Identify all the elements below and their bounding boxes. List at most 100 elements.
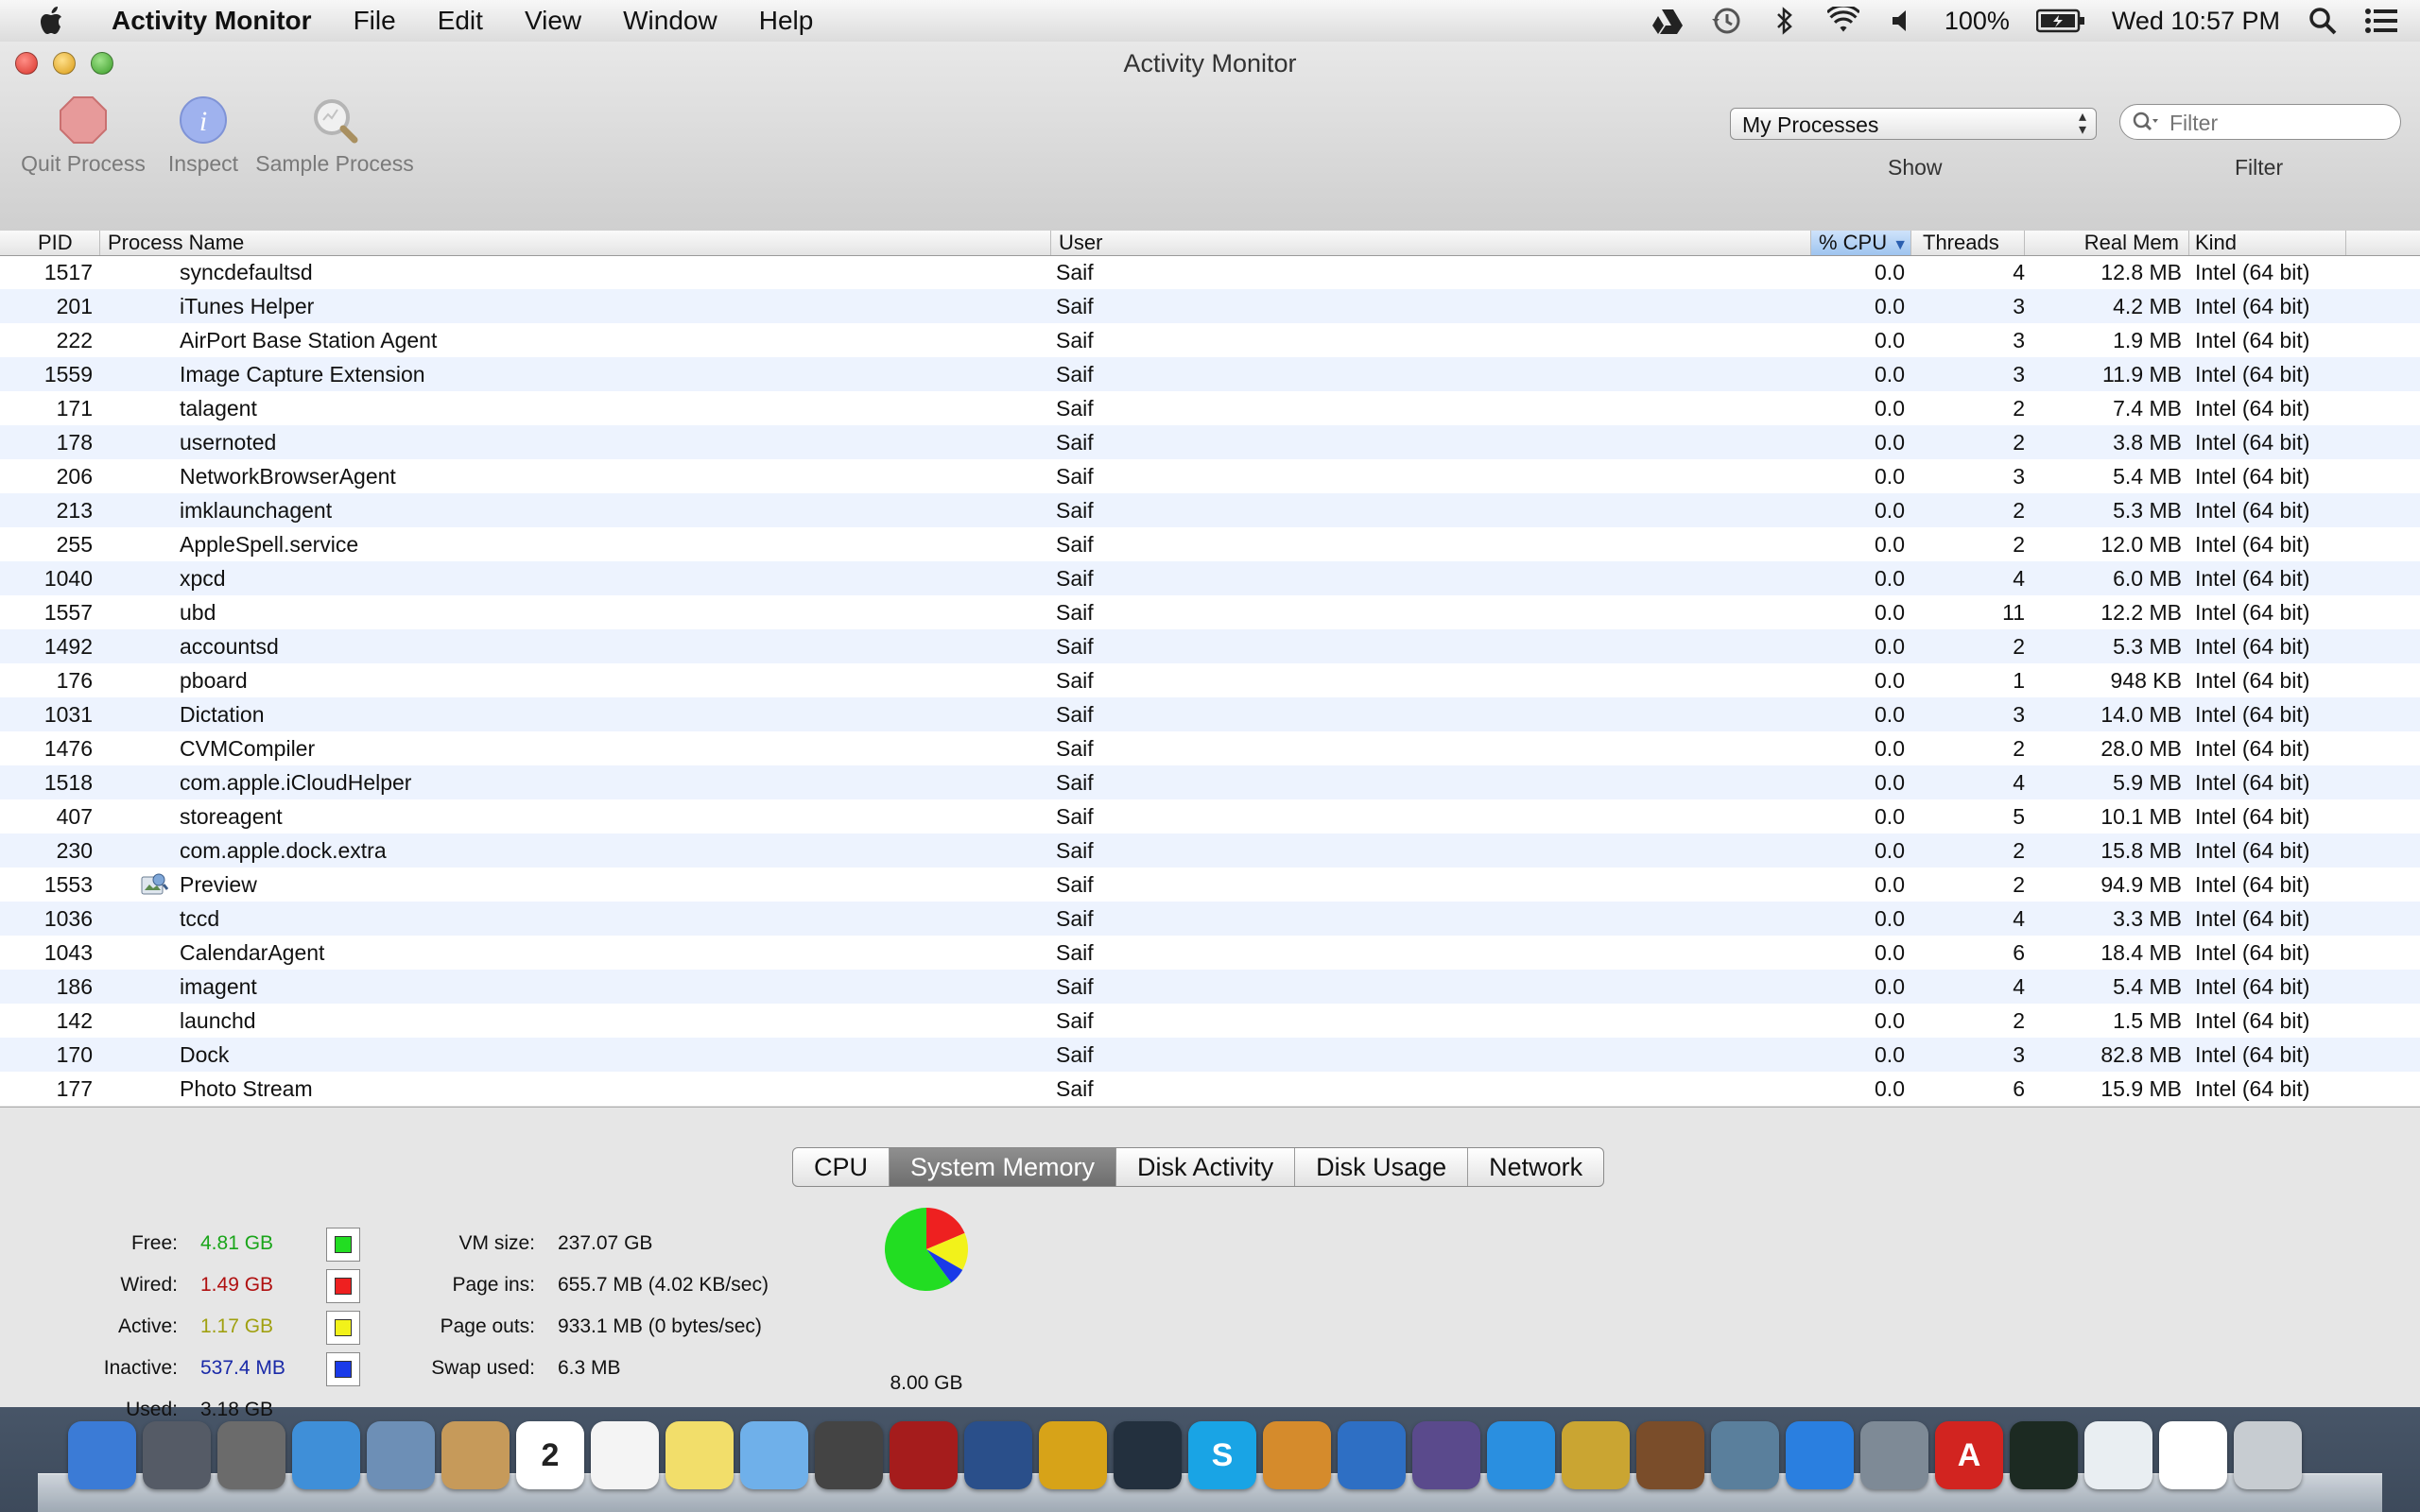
filter-search-field[interactable]: [2119, 104, 2401, 140]
inactive-color-swatch[interactable]: [326, 1352, 360, 1386]
document-icon[interactable]: [2159, 1421, 2227, 1489]
column-header-pid[interactable]: PID: [0, 231, 100, 255]
keynote-icon[interactable]: [1263, 1421, 1331, 1489]
table-row[interactable]: 1036 tccd Saif 0.0 4 3.3 MB Intel (64 bit): [0, 902, 2420, 936]
table-row[interactable]: 1492 accountsd Saif 0.0 2 5.3 MB Intel (64 bit…: [0, 629, 2420, 663]
launchpad-icon[interactable]: [143, 1421, 211, 1489]
column-header-user[interactable]: User: [1051, 231, 1811, 255]
battery-percent[interactable]: 100%: [1945, 7, 2010, 36]
dashboard-icon[interactable]: [1114, 1421, 1182, 1489]
garageband-icon[interactable]: [1636, 1421, 1704, 1489]
reminders-icon[interactable]: [591, 1421, 659, 1489]
table-row[interactable]: 1476 CVMCompiler Saif 0.0 2 28.0 MB Intel (64 …: [0, 731, 2420, 765]
iphoto-icon[interactable]: [1711, 1421, 1779, 1489]
tab-cpu[interactable]: CPU: [793, 1148, 890, 1186]
apple-menu-icon[interactable]: [34, 5, 72, 37]
table-row[interactable]: 1517 syncdefaultsd Saif 0.0 4 12.8 MB Intel (6…: [0, 255, 2420, 289]
bluetooth-icon[interactable]: [1769, 5, 1801, 37]
activity-monitor-icon[interactable]: [2010, 1421, 2078, 1489]
itunes-icon[interactable]: [1487, 1421, 1555, 1489]
wifi-icon[interactable]: [1826, 5, 1859, 37]
mission-control-icon[interactable]: [217, 1421, 285, 1489]
bus-driver-icon[interactable]: [964, 1421, 1032, 1489]
table-row[interactable]: 206 NetworkBrowserAgent Saif 0.0 3 5.4 MB Inte…: [0, 459, 2420, 493]
column-header-real-mem[interactable]: Real Mem: [2025, 231, 2189, 255]
table-row[interactable]: 1557 ubd Saif 0.0 11 12.2 MB Intel (64 bit): [0, 595, 2420, 629]
column-header-kind[interactable]: Kind: [2189, 231, 2346, 255]
filter-input[interactable]: [2168, 109, 2389, 137]
photo-booth-icon[interactable]: [890, 1421, 958, 1489]
table-row[interactable]: 1040 xpcd Saif 0.0 4 6.0 MB Intel (64 bit): [0, 561, 2420, 595]
table-row[interactable]: 186 imagent Saif 0.0 4 5.4 MB Intel (64 bit): [0, 970, 2420, 1004]
charts-icon[interactable]: [1338, 1421, 1406, 1489]
show-processes-select[interactable]: My Processes ▴ ▾: [1730, 108, 2097, 140]
process-kind: Intel (64 bit): [2195, 1008, 2310, 1033]
google-drive-icon[interactable]: [1651, 5, 1684, 37]
imovie-icon[interactable]: [1562, 1421, 1630, 1489]
calendar-icon[interactable]: 2: [516, 1421, 584, 1489]
free-color-swatch[interactable]: [326, 1228, 360, 1262]
column-header-process-name[interactable]: Process Name: [100, 231, 1051, 255]
table-row[interactable]: 222 AirPort Base Station Agent Saif 0.0 3 1.9…: [0, 323, 2420, 357]
facetime-icon[interactable]: [815, 1421, 883, 1489]
table-row[interactable]: 407 storeagent Saif 0.0 5 10.1 MB Intel (64 bi…: [0, 799, 2420, 833]
table-row[interactable]: 142 launchd Saif 0.0 2 1.5 MB Intel (64 bit): [0, 1004, 2420, 1038]
tab-system-memory[interactable]: System Memory: [890, 1148, 1117, 1186]
mail-icon[interactable]: [367, 1421, 435, 1489]
acrobat-icon[interactable]: A: [1935, 1421, 2003, 1489]
game-icon[interactable]: [1039, 1421, 1107, 1489]
messages-icon[interactable]: [740, 1421, 808, 1489]
app-store-icon[interactable]: [1786, 1421, 1854, 1489]
table-row[interactable]: 177 Photo Stream Saif 0.0 6 15.9 MB Intel (64 …: [0, 1072, 2420, 1106]
menu-window[interactable]: Window: [602, 0, 738, 42]
time-machine-icon[interactable]: [1710, 5, 1742, 37]
table-row[interactable]: 1553 Preview Saif 0.0 2 94.9 MB Intel (64 bit): [0, 868, 2420, 902]
menu-clock[interactable]: Wed 10:57 PM: [2112, 7, 2280, 36]
table-row[interactable]: 1043 CalendarAgent Saif 0.0 6 18.4 MB Intel (6…: [0, 936, 2420, 970]
contacts-icon[interactable]: [441, 1421, 510, 1489]
table-row[interactable]: 201 iTunes Helper Saif 0.0 3 4.2 MB Intel (64 …: [0, 289, 2420, 323]
sample-process-button[interactable]: Sample Process: [253, 94, 416, 177]
process-threads: 3: [2013, 464, 2025, 489]
tab-disk-activity[interactable]: Disk Activity: [1116, 1148, 1296, 1186]
notes-icon[interactable]: [666, 1421, 734, 1489]
menu-app-name[interactable]: Activity Monitor: [100, 0, 333, 42]
process-cpu: 0.0: [1875, 328, 1905, 352]
trash-icon[interactable]: [2234, 1421, 2302, 1489]
table-row[interactable]: 1559 Image Capture Extension Saif 0.0 3 11.9 …: [0, 357, 2420, 391]
column-header-threads[interactable]: Threads: [1911, 231, 2025, 255]
table-row[interactable]: 213 imklaunchagent Saif 0.0 2 5.3 MB Intel (64…: [0, 493, 2420, 527]
battery-icon[interactable]: [2035, 5, 2085, 37]
system-preferences-icon[interactable]: [1860, 1421, 1928, 1489]
menu-edit[interactable]: Edit: [417, 0, 504, 42]
table-row[interactable]: 255 AppleSpell.service Saif 0.0 2 12.0 MB Inte…: [0, 527, 2420, 561]
table-row[interactable]: 170 Dock Saif 0.0 3 82.8 MB Intel (64 bit): [0, 1038, 2420, 1072]
table-row[interactable]: 230 com.apple.dock.extra Saif 0.0 2 15.8 MB In…: [0, 833, 2420, 868]
notification-center-icon[interactable]: [2365, 5, 2397, 37]
column-header-cpu[interactable]: % CPU ▼: [1811, 231, 1911, 255]
process-threads: 3: [2013, 328, 2025, 352]
menu-file[interactable]: File: [333, 0, 417, 42]
table-row[interactable]: 176 pboard Saif 0.0 1 948 KB Intel (64 bit): [0, 663, 2420, 697]
table-row[interactable]: 178 usernoted Saif 0.0 2 3.8 MB Intel (64 bit): [0, 425, 2420, 459]
table-row[interactable]: 171 talagent Saif 0.0 2 7.4 MB Intel (64 bit): [0, 391, 2420, 425]
active-color-swatch[interactable]: [326, 1311, 360, 1345]
table-row[interactable]: 1031 Dictation Saif 0.0 3 14.0 MB Intel (64 bi…: [0, 697, 2420, 731]
process-name: com.apple.dock.extra: [180, 838, 387, 863]
tab-network[interactable]: Network: [1468, 1148, 1603, 1186]
process-user: Saif: [1056, 362, 1094, 387]
preview-doc-icon[interactable]: [2084, 1421, 2152, 1489]
menu-help[interactable]: Help: [738, 0, 835, 42]
safari-icon[interactable]: [292, 1421, 360, 1489]
finder-icon[interactable]: [68, 1421, 136, 1489]
skype-icon[interactable]: S: [1188, 1421, 1256, 1489]
inspect-button[interactable]: i Inspect: [156, 94, 251, 177]
menu-view[interactable]: View: [504, 0, 602, 42]
wired-color-swatch[interactable]: [326, 1269, 360, 1303]
table-row[interactable]: 1518 com.apple.iCloudHelper Saif 0.0 4 5.9 MB…: [0, 765, 2420, 799]
spotlight-icon[interactable]: [2307, 5, 2339, 37]
volume-icon[interactable]: [1886, 5, 1918, 37]
tab-disk-usage[interactable]: Disk Usage: [1295, 1148, 1469, 1186]
pen-icon[interactable]: [1412, 1421, 1480, 1489]
quit-process-button[interactable]: Quit Process: [17, 94, 149, 177]
